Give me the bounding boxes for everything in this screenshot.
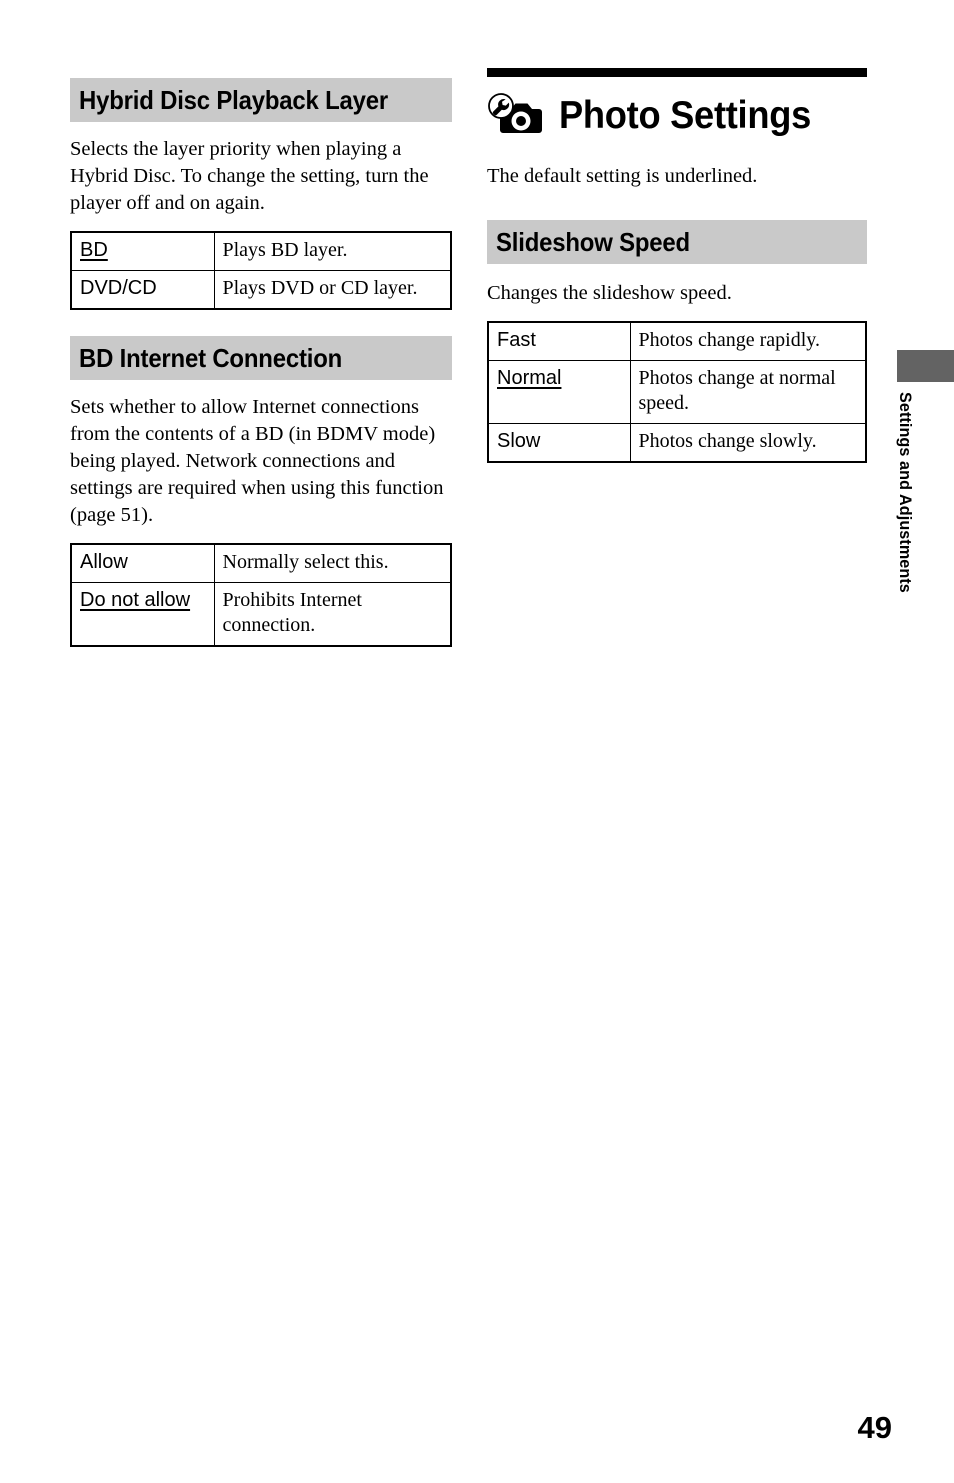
section-bd-internet-connection: BD Internet Connection Sets whether to a… <box>70 336 452 647</box>
option-name-cell: Do not allow <box>70 582 215 647</box>
option-label-default: BD <box>80 239 108 261</box>
option-name-cell: Slow <box>487 423 631 463</box>
chapter-note-text: The default setting is underlined. <box>487 165 758 187</box>
manual-page: Hybrid Disc Playback Layer Selects the l… <box>0 0 954 1483</box>
section-heading-text: Hybrid Disc Playback Layer <box>79 85 389 115</box>
option-description-cell: Photos change at normal speed. <box>629 360 867 424</box>
option-label-default: Normal <box>497 367 562 389</box>
option-name-cell: Fast <box>487 321 631 361</box>
section-heading-band: BD Internet Connection <box>70 336 452 380</box>
side-tab-text: Settings and Adjustments <box>896 392 915 593</box>
section-intro-text: Changes the slideshow speed. <box>487 282 732 304</box>
side-tab-marker <box>897 350 954 382</box>
options-table-bd-internet: Allow Normally select this. Do not allow… <box>70 543 452 647</box>
page-number: 49 <box>857 1410 892 1445</box>
table-row: Fast Photos change rapidly. <box>487 321 867 361</box>
table-row: DVD/CD Plays DVD or CD layer. <box>70 270 452 310</box>
section-intro-text: Selects the layer priority when playing … <box>70 138 429 214</box>
table-row: BD Plays BD layer. <box>70 231 452 271</box>
section-heading-band: Slideshow Speed <box>487 220 867 264</box>
section-hybrid-disc-playback-layer: Hybrid Disc Playback Layer Selects the l… <box>70 78 452 310</box>
option-description-cell: Photos change slowly. <box>629 423 867 463</box>
chapter-rule <box>487 68 867 77</box>
section-heading-text: Slideshow Speed <box>496 227 690 257</box>
option-description-cell: Photos change rapidly. <box>629 321 867 361</box>
option-label: Allow <box>80 551 128 573</box>
option-description-cell: Prohibits Internet connection. <box>213 582 452 647</box>
option-description-cell: Plays DVD or CD layer. <box>213 270 452 310</box>
options-table-slideshow-speed: Fast Photos change rapidly. Normal Photo… <box>487 321 867 463</box>
table-row: Allow Normally select this. <box>70 543 452 583</box>
option-label: Slow <box>497 430 541 452</box>
option-name-cell: Normal <box>487 360 631 424</box>
table-row: Normal Photos change at normal speed. <box>487 360 867 424</box>
table-row: Slow Photos change slowly. <box>487 423 867 463</box>
chapter-header: Photo Settings <box>487 89 867 141</box>
section-intro-text: Sets whether to allow Internet connectio… <box>70 396 444 526</box>
side-tab: Settings and Adjustments <box>896 392 922 622</box>
options-table-hybrid-disc: BD Plays BD layer. DVD/CD Plays DVD or C… <box>70 231 452 310</box>
section-heading-text: BD Internet Connection <box>79 343 343 373</box>
section-heading-band: Hybrid Disc Playback Layer <box>70 78 452 122</box>
option-name-cell: Allow <box>70 543 215 583</box>
wrench-camera-icon <box>488 93 542 133</box>
option-label: Fast <box>497 329 536 351</box>
option-description-cell: Normally select this. <box>213 543 452 583</box>
option-name-cell: DVD/CD <box>70 270 215 310</box>
chapter-title-text: Photo Settings <box>559 93 811 137</box>
option-name-cell: BD <box>70 231 215 271</box>
right-column: Photo Settings The default setting is un… <box>487 68 867 463</box>
section-slideshow-speed: Slideshow Speed Changes the slideshow sp… <box>487 220 867 463</box>
option-description-cell: Plays BD layer. <box>213 231 452 271</box>
option-label-default: Do not allow <box>80 589 191 611</box>
option-label: DVD/CD <box>80 277 157 299</box>
table-row: Do not allow Prohibits Internet connecti… <box>70 582 452 647</box>
left-column: Hybrid Disc Playback Layer Selects the l… <box>70 78 452 647</box>
